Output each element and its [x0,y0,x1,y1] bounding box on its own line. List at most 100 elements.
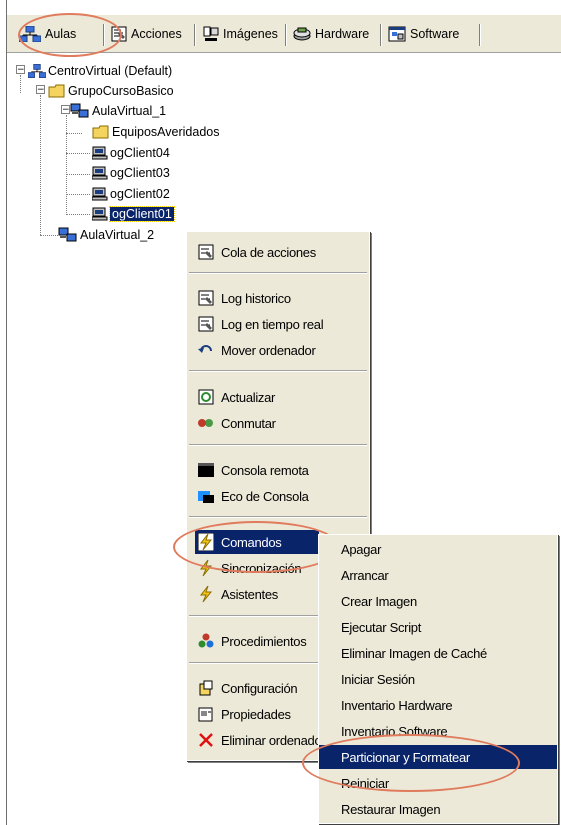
tree-node-room2[interactable]: AulaVirtual_2 [58,226,154,244]
tree-node-label: ogClient03 [110,166,170,180]
tree-node-label: ogClient02 [110,187,170,201]
menu-label: Particionar y Formatear [341,749,470,765]
computers-icon [70,103,89,118]
toolbar-software-label: Software [410,27,460,41]
computers-icon [58,227,77,242]
toolbar: Aulas Acciones Imágenes Hardware Softwar… [7,14,561,53]
network-icon [19,26,41,42]
toolbar-separator [285,24,287,46]
computer-icon [92,146,108,160]
submenu-item-iniciar-sesion[interactable]: Iniciar Sesión [319,667,557,691]
submenu-item-inventario-software[interactable]: Inventario Software [319,719,557,743]
collapse-toggle[interactable]: − [61,105,70,115]
delete-icon [197,731,215,749]
lightning-icon [197,585,215,603]
tree-node-label: GrupoCursoBasico [68,84,174,98]
menu-item-mover-ordenador[interactable]: Mover ordenador [187,338,369,362]
toolbar-aulas[interactable]: Aulas [19,24,76,44]
lightning-icon [197,533,215,551]
collapse-toggle[interactable]: − [36,85,45,95]
toolbar-separator [380,24,382,46]
tree-node-folder[interactable]: EquiposAveridados [92,123,219,141]
submenu-item-restaurar-imagen[interactable]: Restaurar Imagen [319,797,557,821]
tree-node-client-selected[interactable]: ogClient01 [92,205,175,223]
menu-label: Iniciar Sesión [341,671,415,687]
computer-icon [92,187,108,201]
menu-item-consola-remota[interactable]: Consola remota [187,458,369,482]
toolbar-separator [194,24,196,46]
menu-label: Reiniciar [341,775,389,791]
menu-label: Actualizar [221,389,276,405]
submenu-item-crear-imagen[interactable]: Crear Imagen [319,589,557,613]
toolbar-hardware-label: Hardware [315,27,370,41]
menu-item-actualizar[interactable]: Actualizar [187,385,369,409]
menu-label: Arrancar [341,567,389,583]
menu-label: Ejecutar Script [341,619,422,635]
actions-icon [197,243,215,261]
log-icon [197,315,215,333]
toolbar-hardware[interactable]: Hardware [293,24,369,44]
lightning-icon [197,559,215,577]
submenu-item-apagar[interactable]: Apagar [319,537,557,561]
menu-item-cola-acciones[interactable]: Cola de acciones [187,240,369,264]
submenu-item-particionar-formatear[interactable]: Particionar y Formatear [319,745,557,769]
refresh-icon [197,388,215,406]
submenu-item-inventario-hardware[interactable]: Inventario Hardware [319,693,557,717]
undo-arrow-icon [197,341,215,359]
tree-node-label: CentroVirtual (Default) [48,64,173,78]
menu-label: Log historico [221,290,291,306]
submenu-item-reiniciar[interactable]: Reiniciar [319,771,557,795]
toolbar-imagenes-label: Imágenes [223,27,278,41]
submenu-item-ejecutar-script[interactable]: Ejecutar Script [319,615,557,639]
software-icon [388,26,406,42]
menu-item-log-historico[interactable]: Log historico [187,286,369,310]
menu-item-comandos[interactable]: Comandos [195,530,319,554]
tree-node-root[interactable]: CentroVirtual (Default) [28,62,172,80]
tree-node-client[interactable]: ogClient04 [92,144,170,162]
toolbar-separator [479,24,481,46]
tree-node-client[interactable]: ogClient02 [92,185,170,203]
tree-node-group[interactable]: GrupoCursoBasico [48,82,174,100]
tree-node-label: EquiposAveridados [112,125,220,139]
config-icon [197,679,215,697]
menu-item-eco-consola[interactable]: Eco de Consola [187,484,369,508]
tree-node-client[interactable]: ogClient03 [92,164,170,182]
console-icon [197,461,215,479]
toolbar-separator [103,24,105,46]
menu-label: Log en tiempo real [221,316,324,332]
menu-label: Mover ordenador [221,342,316,358]
toolbar-imagenes[interactable]: Imágenes [203,24,278,44]
images-icon [203,26,219,41]
menu-separator [189,272,367,274]
menu-label: Eliminar ordenador [221,732,326,748]
menu-label: Propiedades [221,706,291,722]
menu-label: Restaurar Imagen [341,801,441,817]
collapse-toggle[interactable]: − [16,65,25,75]
network-icon [28,64,46,78]
tree-node-label: AulaVirtual_2 [80,228,155,242]
procedures-icon [197,632,215,650]
menu-label: Sincronización [221,560,302,576]
tree-node-label: ogClient04 [110,146,170,160]
toolbar-software[interactable]: Software [388,24,459,44]
menu-item-conmutar[interactable]: Conmutar [187,411,369,435]
computer-icon [92,166,108,180]
toolbar-acciones[interactable]: Acciones [111,24,182,44]
submenu-item-arrancar[interactable]: Arrancar [319,563,557,587]
folder-icon [48,84,65,98]
tree-node-room1[interactable]: AulaVirtual_1 [70,102,166,120]
menu-label: Consola remota [221,462,309,478]
submenu-comandos: Apagar Arrancar Crear Imagen Ejecutar Sc… [318,534,558,824]
menu-label: Inventario Software [341,723,448,739]
menu-label: Conmutar [221,415,276,431]
menu-separator [189,516,367,518]
echo-console-icon [197,487,215,505]
menu-label: Comandos [221,534,282,550]
menu-label: Eco de Consola [221,488,309,504]
menu-label: Cola de acciones [221,244,316,260]
menu-label: Inventario Hardware [341,697,453,713]
menu-item-log-tiempo-real[interactable]: Log en tiempo real [187,312,369,336]
actions-icon [111,26,127,42]
submenu-item-eliminar-imagen-cache[interactable]: Eliminar Imagen de Caché [319,641,557,665]
menu-label: Configuración [221,680,298,696]
